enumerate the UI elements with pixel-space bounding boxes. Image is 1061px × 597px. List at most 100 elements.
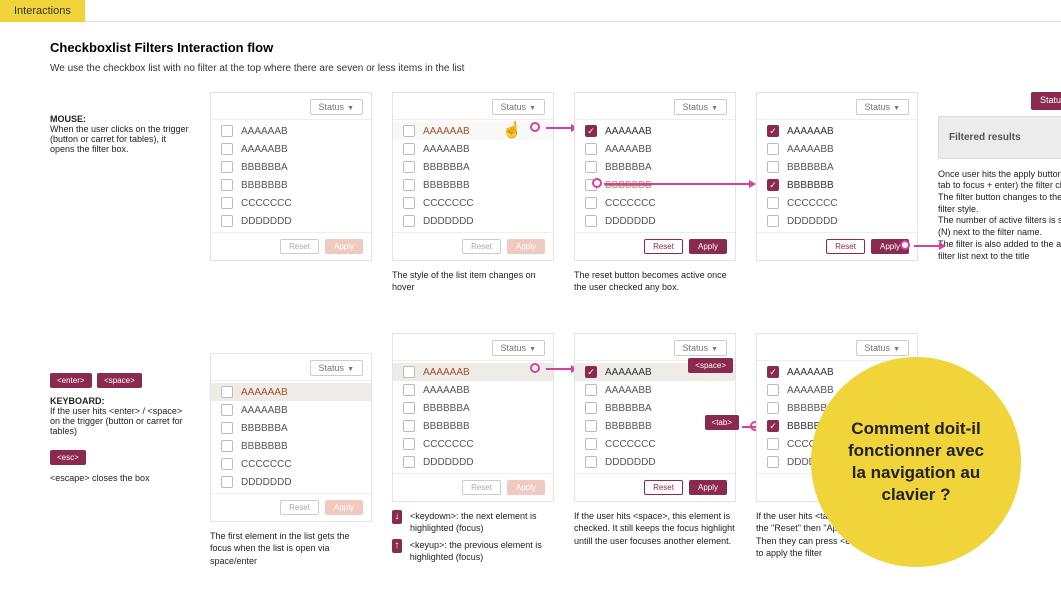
list-item[interactable]: CCCCCCC (211, 455, 371, 473)
list-item[interactable]: BBBBBBA (211, 419, 371, 437)
list-item[interactable]: AAAAAAB (393, 363, 553, 381)
checkbox-icon[interactable] (403, 456, 415, 468)
list-item[interactable]: BBBBBBA (575, 158, 735, 176)
checkbox-icon[interactable] (585, 420, 597, 432)
checkbox-icon[interactable] (221, 422, 233, 434)
checkbox-icon[interactable] (585, 143, 597, 155)
checkbox-icon[interactable] (403, 161, 415, 173)
checkbox-icon[interactable] (403, 438, 415, 450)
list-item[interactable]: CCCCCCC (393, 435, 553, 453)
list-item[interactable]: DDDDDDD (757, 212, 917, 230)
reset-button[interactable]: Reset (826, 239, 865, 254)
list-item[interactable]: AAAAABB (393, 381, 553, 399)
list-item[interactable]: AAAAABB (393, 140, 553, 158)
list-item[interactable]: BBBBBBB (393, 417, 553, 435)
list-item[interactable]: CCCCCCC (393, 194, 553, 212)
checkbox-icon[interactable] (585, 161, 597, 173)
list-item[interactable]: BBBBBBA (393, 399, 553, 417)
checkbox-icon[interactable] (221, 458, 233, 470)
apply-button[interactable]: Apply (507, 480, 545, 495)
list-item[interactable]: AAAAABB (211, 140, 371, 158)
checkbox-icon[interactable] (221, 125, 233, 137)
checkbox-icon[interactable] (403, 384, 415, 396)
status-button-active[interactable]: Status (2)▼ (1031, 92, 1061, 110)
reset-button[interactable]: Reset (644, 480, 683, 495)
checkbox-icon[interactable] (585, 402, 597, 414)
status-button[interactable]: Status▼ (674, 99, 727, 115)
checkbox-icon[interactable] (767, 143, 779, 155)
checkbox-icon[interactable]: ✓ (767, 366, 779, 378)
apply-button[interactable]: Apply (689, 239, 727, 254)
checkbox-icon[interactable]: ✓ (585, 125, 597, 137)
checkbox-icon[interactable] (767, 197, 779, 209)
list-item[interactable]: BBBBBBA (211, 158, 371, 176)
list-item[interactable]: ✓BBBBBBB (757, 176, 917, 194)
checkbox-icon[interactable] (221, 197, 233, 209)
list-item[interactable]: DDDDDDD (211, 212, 371, 230)
list-item[interactable]: BBBBBBB (211, 176, 371, 194)
status-button[interactable]: Status▼ (310, 360, 363, 376)
status-button[interactable]: Status▼ (856, 340, 909, 356)
list-item[interactable]: DDDDDDD (211, 473, 371, 491)
status-button[interactable]: Status▼ (674, 340, 727, 356)
list-item[interactable]: AAAAABB (575, 381, 735, 399)
reset-button[interactable]: Reset (644, 239, 683, 254)
list-item[interactable]: BBBBBBB (393, 176, 553, 194)
checkbox-icon[interactable] (221, 440, 233, 452)
checkbox-icon[interactable] (403, 179, 415, 191)
list-item[interactable]: AAAAABB (757, 140, 917, 158)
checkbox-icon[interactable] (585, 197, 597, 209)
checkbox-icon[interactable] (767, 402, 779, 414)
checkbox-icon[interactable] (221, 161, 233, 173)
list-item[interactable]: DDDDDDD (575, 212, 735, 230)
checkbox-icon[interactable] (767, 438, 779, 450)
list-item[interactable]: ✓AAAAAAB (757, 122, 917, 140)
checkbox-icon[interactable] (221, 143, 233, 155)
checkbox-icon[interactable]: ✓ (585, 366, 597, 378)
checkbox-icon[interactable]: ✓ (767, 420, 779, 432)
list-item[interactable]: BBBBBBA (757, 158, 917, 176)
checkbox-icon[interactable] (585, 456, 597, 468)
apply-button[interactable]: Apply (507, 239, 545, 254)
reset-button[interactable]: Reset (280, 239, 319, 254)
checkbox-icon[interactable] (403, 420, 415, 432)
checkbox-icon[interactable] (403, 402, 415, 414)
list-item[interactable]: DDDDDDD (393, 453, 553, 471)
list-item[interactable]: AAAAABB (211, 401, 371, 419)
list-item[interactable]: CCCCCCC (757, 194, 917, 212)
list-item[interactable]: BBBBBBB (211, 437, 371, 455)
list-item[interactable]: DDDDDDD (575, 453, 735, 471)
checkbox-icon[interactable] (585, 384, 597, 396)
checkbox-icon[interactable] (403, 215, 415, 227)
list-item[interactable]: ✓AAAAAAB (575, 122, 735, 140)
checkbox-icon[interactable] (767, 215, 779, 227)
list-item[interactable]: DDDDDDD (393, 212, 553, 230)
list-item[interactable]: AAAAAAB (211, 122, 371, 140)
apply-button[interactable]: Apply (325, 500, 363, 515)
status-button[interactable]: Status▼ (492, 99, 545, 115)
reset-button[interactable]: Reset (280, 500, 319, 515)
checkbox-icon[interactable]: ✓ (767, 179, 779, 191)
list-item[interactable]: CCCCCCC (575, 194, 735, 212)
checkbox-icon[interactable] (221, 215, 233, 227)
checkbox-icon[interactable] (767, 161, 779, 173)
checkbox-icon[interactable] (403, 366, 415, 378)
checkbox-icon[interactable] (767, 456, 779, 468)
checkbox-icon[interactable] (221, 386, 233, 398)
reset-button[interactable]: Reset (462, 480, 501, 495)
list-item[interactable]: AAAAAAB (393, 122, 553, 140)
status-button[interactable]: Status▼ (310, 99, 363, 115)
list-item[interactable]: AAAAABB (575, 140, 735, 158)
list-item[interactable]: AAAAAAB (211, 383, 371, 401)
list-item[interactable]: CCCCCCC (575, 435, 735, 453)
checkbox-icon[interactable] (221, 476, 233, 488)
list-item[interactable]: CCCCCCC (211, 194, 371, 212)
checkbox-icon[interactable] (585, 215, 597, 227)
apply-button[interactable]: Apply (689, 480, 727, 495)
checkbox-icon[interactable] (767, 384, 779, 396)
status-button[interactable]: Status▼ (492, 340, 545, 356)
tab-interactions[interactable]: Interactions (0, 0, 85, 22)
checkbox-icon[interactable] (403, 143, 415, 155)
checkbox-icon[interactable] (221, 404, 233, 416)
checkbox-icon[interactable] (403, 197, 415, 209)
